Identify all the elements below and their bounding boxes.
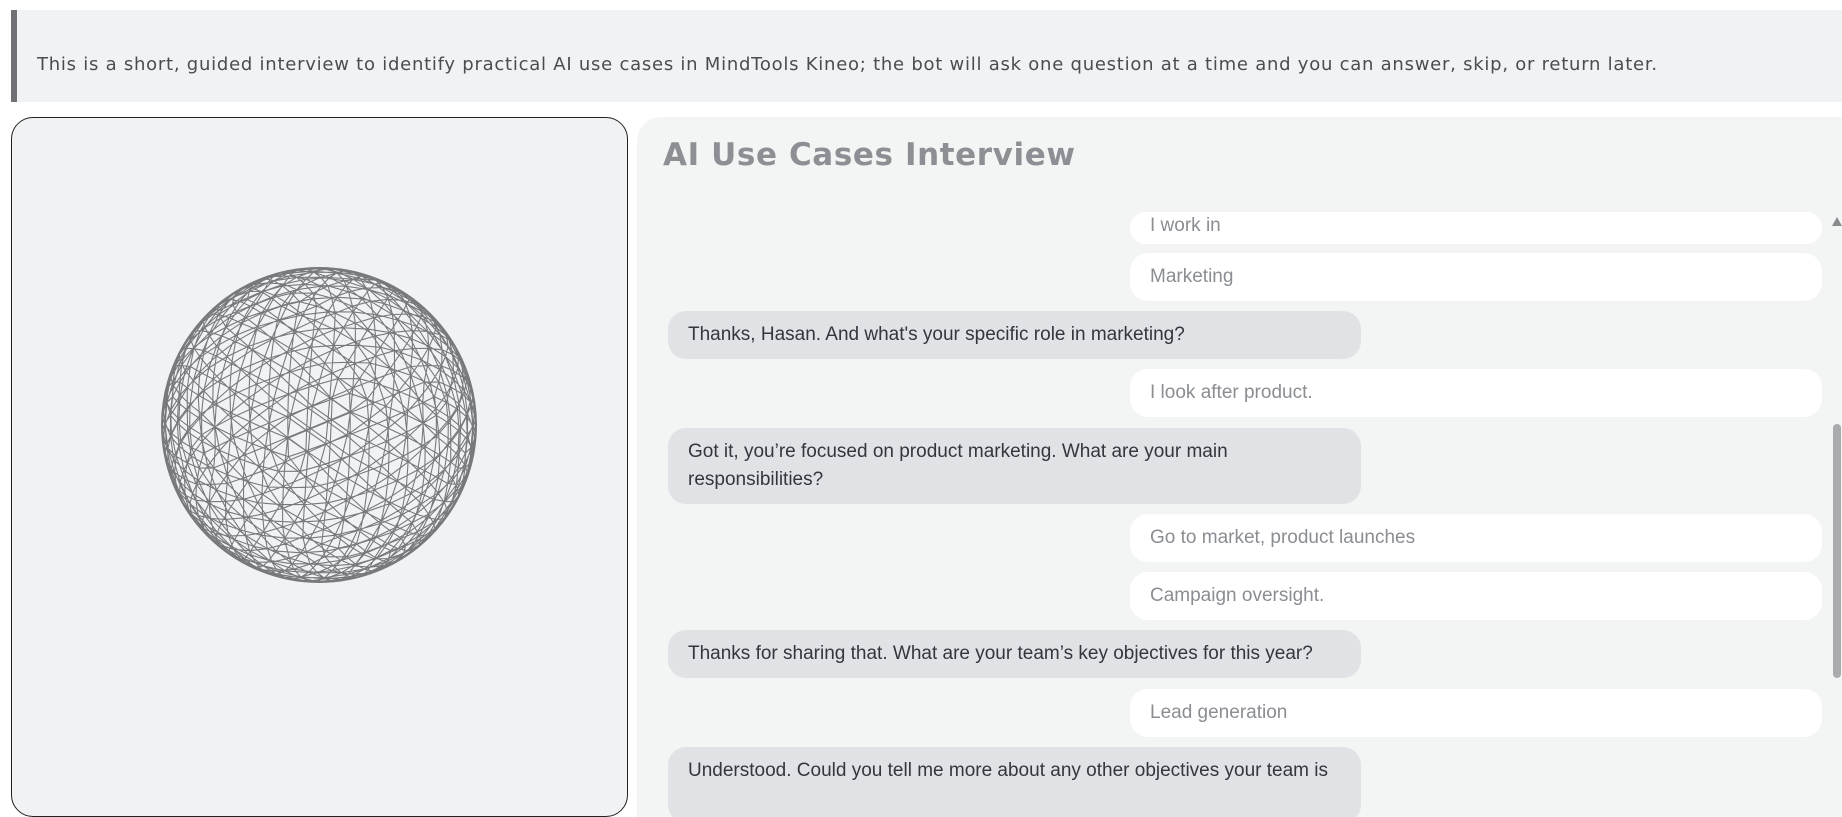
- user-message: Marketing: [1130, 253, 1822, 301]
- bot-message: Got it, you’re focused on product market…: [668, 428, 1361, 504]
- wireframe-sphere-icon: [161, 267, 477, 583]
- chat-title: AI Use Cases Interview: [663, 137, 1076, 173]
- message-list[interactable]: I work in Marketing Thanks, Hasan. And w…: [637, 212, 1832, 817]
- voice-visualizer-panel: [11, 117, 628, 817]
- intro-banner: This is a short, guided interview to ide…: [11, 10, 1842, 102]
- bot-message: Thanks, Hasan. And what's your specific …: [668, 311, 1361, 359]
- sphere-wireframe-lines: [161, 267, 477, 583]
- user-message: Lead generation: [1130, 689, 1822, 737]
- bot-message: Thanks for sharing that. What are your t…: [668, 630, 1361, 678]
- intro-text: This is a short, guided interview to ide…: [37, 54, 1658, 75]
- user-message: I work in: [1130, 212, 1822, 244]
- scrollbar-thumb[interactable]: [1833, 424, 1841, 678]
- chat-panel: AI Use Cases Interview I work in Marketi…: [637, 117, 1842, 817]
- user-message: Go to market, product launches: [1130, 514, 1822, 562]
- scroll-up-arrow-icon[interactable]: [1832, 217, 1842, 226]
- bot-message: Understood. Could you tell me more about…: [668, 747, 1361, 817]
- user-message: Campaign oversight.: [1130, 572, 1822, 620]
- user-message: I look after product.: [1130, 369, 1822, 417]
- chat-scrollbar[interactable]: [1832, 212, 1842, 817]
